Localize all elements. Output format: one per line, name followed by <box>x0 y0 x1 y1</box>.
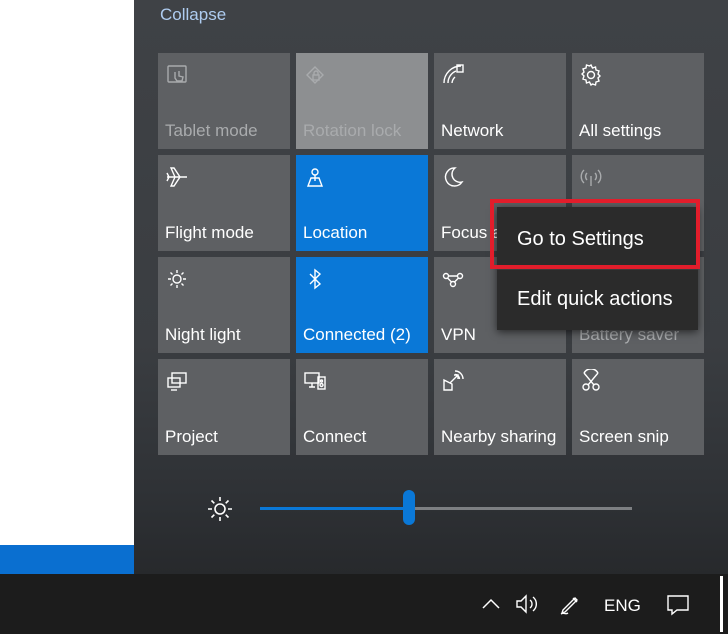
tile-all-settings[interactable]: All settings <box>572 53 704 149</box>
location-icon <box>303 165 327 189</box>
tile-project[interactable]: Project <box>158 359 290 455</box>
tile-label: Screen snip <box>579 427 669 446</box>
menu-separator <box>497 269 698 270</box>
tile-connect[interactable]: Connect <box>296 359 428 455</box>
mobile-hotspot-icon <box>579 165 603 189</box>
chevron-up-icon[interactable] <box>481 596 501 612</box>
collapse-link[interactable]: Collapse <box>160 5 226 25</box>
gear-icon <box>579 63 603 87</box>
tile-label: Nearby sharing <box>441 427 557 446</box>
tile-screen-snip[interactable]: Screen snip <box>572 359 704 455</box>
tile-label: Project <box>165 427 218 446</box>
tile-nearby-sharing[interactable]: Nearby sharing <box>434 359 566 455</box>
tile-bluetooth[interactable]: Connected (2) <box>296 257 428 353</box>
tile-label: VPN <box>441 325 476 344</box>
night-light-icon <box>165 267 189 291</box>
tile-label: Connected (2) <box>303 325 411 344</box>
airplane-icon <box>165 165 189 189</box>
tile-night-light[interactable]: Night light <box>158 257 290 353</box>
pen-icon[interactable] <box>558 593 582 617</box>
bluetooth-icon <box>303 267 327 291</box>
tile-label: Tablet mode <box>165 121 258 140</box>
taskbar: ENG <box>0 574 728 634</box>
screen-snip-icon <box>579 369 603 393</box>
menu-item-edit-quick-actions[interactable]: Edit quick actions <box>497 271 698 327</box>
language-indicator[interactable]: ENG <box>604 596 641 616</box>
brightness-icon <box>206 495 234 523</box>
tablet-mode-icon <box>165 63 189 87</box>
tile-tablet-mode[interactable]: Tablet mode <box>158 53 290 149</box>
tile-label: All settings <box>579 121 662 140</box>
tile-location[interactable]: Location <box>296 155 428 251</box>
highlight-box <box>490 199 700 269</box>
tile-label: Network <box>441 121 504 140</box>
brightness-slider-fill <box>260 507 409 510</box>
show-desktop-edge[interactable] <box>720 576 723 632</box>
brightness-slider-thumb[interactable] <box>403 490 415 525</box>
tile-rotation-lock[interactable]: Rotation lock <box>296 53 428 149</box>
connect-icon <box>303 369 327 393</box>
background-app-window <box>0 0 134 574</box>
background-app-bar <box>0 545 134 574</box>
network-icon <box>441 63 465 87</box>
tile-flight-mode[interactable]: Flight mode <box>158 155 290 251</box>
moon-icon <box>441 165 465 189</box>
tile-network[interactable]: Network <box>434 53 566 149</box>
tile-label: Night light <box>165 325 241 344</box>
volume-icon[interactable] <box>514 593 540 615</box>
tile-label: Flight mode <box>165 223 254 242</box>
nearby-sharing-icon <box>441 369 465 393</box>
notification-icon[interactable] <box>665 592 691 618</box>
rotation-lock-icon <box>303 63 327 87</box>
tile-label: Rotation lock <box>303 121 402 140</box>
tile-label: Location <box>303 223 368 242</box>
vpn-icon <box>441 267 465 291</box>
tile-label: Connect <box>303 427 367 446</box>
project-icon <box>165 369 189 393</box>
